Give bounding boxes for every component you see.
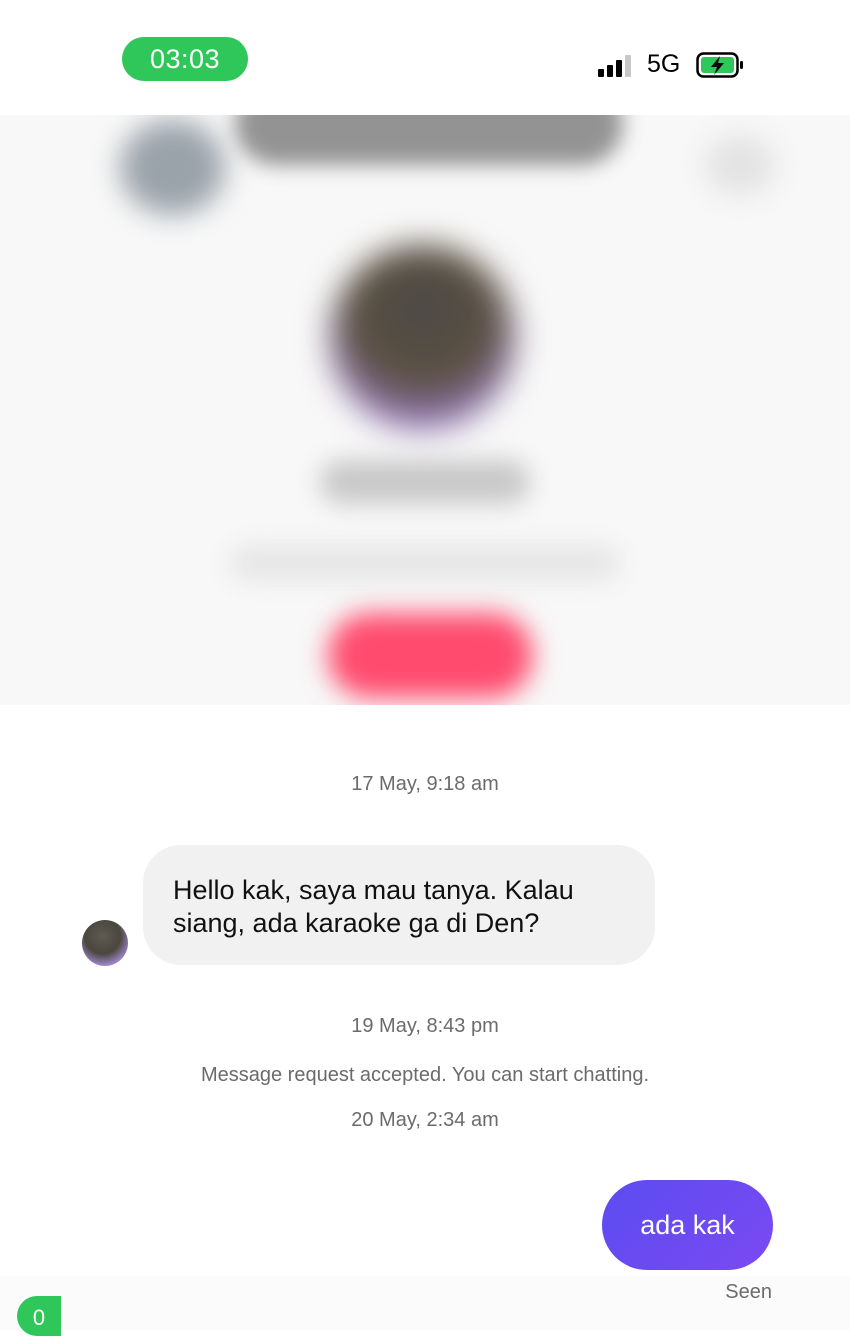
seen-status: Seen <box>725 1281 772 1303</box>
bottom-indicator-pill: 0 <box>17 1296 61 1336</box>
system-message: Message request accepted. You can start … <box>200 1064 650 1086</box>
blurred-profile-button[interactable] <box>328 613 533 698</box>
outgoing-message-bubble[interactable]: ada kak <box>602 1180 773 1270</box>
charging-battery-icon <box>696 52 743 78</box>
network-type-label: 5G <box>647 50 681 78</box>
status-bar: 03:03 5G <box>0 0 850 115</box>
chat-timestamp: 19 May, 8:43 pm <box>351 1015 499 1037</box>
chat-timestamp: 20 May, 2:34 am <box>351 1109 499 1131</box>
incoming-message-line: Hello kak, saya mau tanya. Kalau <box>173 875 574 905</box>
chat-timestamp: 17 May, 9:18 am <box>351 773 499 795</box>
blurred-header-action-icon[interactable] <box>705 135 775 195</box>
signal-bars-icon <box>598 53 638 77</box>
blurred-profile-subtitle <box>230 545 620 581</box>
blurred-profile-region <box>0 115 850 705</box>
blurred-top-banner <box>235 115 623 165</box>
incoming-message-bubble[interactable]: Hello kak, saya mau tanya. Kalau siang, … <box>143 845 655 965</box>
incoming-message-line: siang, ada karaoke ga di Den? <box>173 908 540 938</box>
sender-avatar[interactable] <box>82 920 128 966</box>
blurred-profile-avatar[interactable] <box>330 245 515 430</box>
blurred-profile-name <box>320 460 530 504</box>
blurred-header-avatar[interactable] <box>120 120 225 215</box>
status-time: 03:03 <box>122 37 248 81</box>
